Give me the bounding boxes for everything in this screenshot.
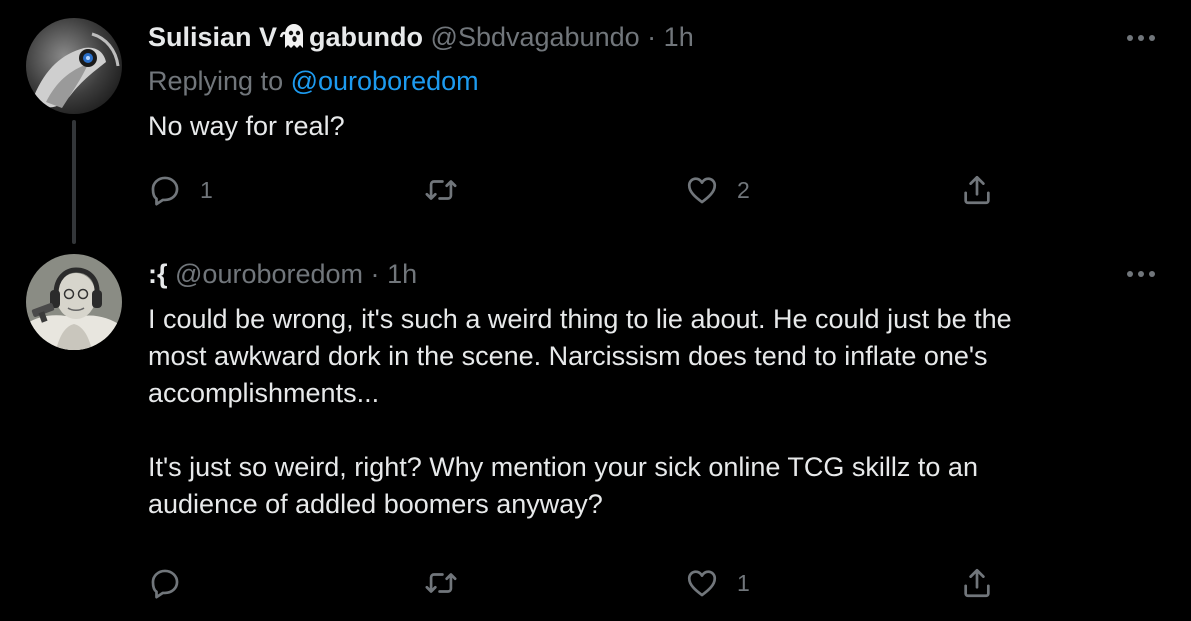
reply-icon <box>151 176 179 206</box>
reply-button[interactable]: 1 <box>148 170 213 210</box>
tweet-text: No way for real? <box>148 111 345 141</box>
more-icon[interactable] <box>1124 268 1158 280</box>
replying-to: Replying to @ouroboredom <box>148 64 479 98</box>
timestamp[interactable]: 1h <box>664 22 694 52</box>
like-button[interactable]: 1 <box>685 563 750 603</box>
thread-connector-line <box>72 120 76 244</box>
timestamp[interactable]: 1h <box>387 259 417 289</box>
retweet-button[interactable] <box>424 170 476 210</box>
display-name[interactable]: Sulisian V gabundo <box>148 22 423 52</box>
share-icon <box>964 568 990 598</box>
display-name[interactable]: :{ <box>148 259 168 289</box>
share-icon <box>964 175 990 205</box>
share-button[interactable] <box>960 170 994 210</box>
replying-to-label: Replying to <box>148 66 284 96</box>
tweet-actions: 1 <box>148 563 1008 603</box>
like-button[interactable]: 2 <box>685 170 750 210</box>
retweet-icon <box>425 180 457 200</box>
share-button[interactable] <box>960 563 994 603</box>
mention-link[interactable]: @ouroboredom <box>291 66 479 96</box>
tweet[interactable]: :{ @ouroboredom · 1h I could be wrong, i… <box>0 240 1191 621</box>
tweet-header: :{ @ouroboredom · 1h <box>148 257 417 291</box>
user-handle[interactable]: @ouroboredom <box>175 259 363 289</box>
ghost-icon <box>279 24 304 48</box>
reply-icon <box>151 569 179 599</box>
like-count: 2 <box>737 176 750 203</box>
heart-icon <box>687 570 717 597</box>
separator-dot: · <box>647 22 657 52</box>
heart-icon <box>687 177 717 204</box>
reply-button[interactable] <box>148 563 200 603</box>
retweet-button[interactable] <box>424 563 476 603</box>
avatar[interactable] <box>26 254 122 350</box>
tweet-actions: 1 2 <box>148 170 1008 210</box>
avatar[interactable] <box>26 18 122 114</box>
user-handle[interactable]: @Sbdvagabundo <box>431 22 640 52</box>
more-icon[interactable] <box>1124 32 1158 44</box>
separator-dot: · <box>370 259 380 289</box>
reply-count: 1 <box>200 176 213 203</box>
tweet-header: Sulisian V gabundo @Sbdvagabundo · 1h <box>148 20 694 54</box>
tweet[interactable]: Sulisian V gabundo @Sbdvagabundo · 1h Re… <box>0 0 1191 244</box>
like-count: 1 <box>737 569 750 596</box>
tweet-text: I could be wrong, it's such a weird thin… <box>148 304 1012 519</box>
retweet-icon <box>425 573 457 593</box>
